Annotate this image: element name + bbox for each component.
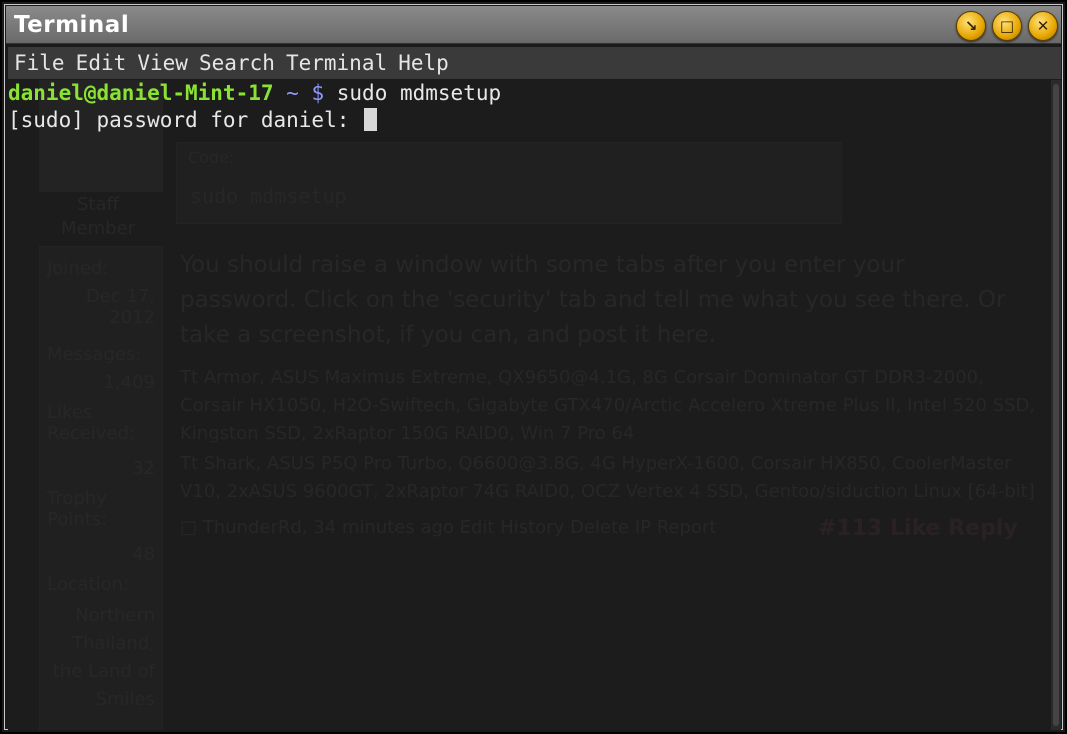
command-line: daniel@daniel-Mint-17 ~ $ sudo mdmsetup — [8, 80, 501, 107]
ghost-trophy: Trophy Points: — [47, 488, 108, 530]
ghost-member: Member — [61, 218, 136, 239]
maximize-button[interactable]: □ — [992, 11, 1022, 41]
ghost-sig-3: Kingston SSD, 2xRaptor 150G RAID0, Win 7… — [180, 423, 635, 444]
ghost-sig-1: Tt Armor, ASUS Maximus Extreme, QX9650@4… — [180, 367, 984, 388]
ghost-meta-text: ThunderRd, 34 minutes ago Edit History D… — [202, 517, 717, 538]
close-icon: ✕ — [1036, 17, 1050, 35]
prompt-path: ~ $ — [286, 81, 325, 105]
menu-terminal[interactable]: Terminal — [286, 47, 387, 79]
ghost-like: Like — [890, 516, 941, 541]
scrollbar-thumb[interactable] — [1053, 84, 1059, 726]
ghost-staff: Staff — [77, 194, 119, 215]
ghost-joined: Joined: — [47, 258, 109, 279]
ghost-location-value: Northern Thailand, the Land of Smiles — [52, 605, 155, 710]
terminal-output: daniel@daniel-Mint-17 ~ $ sudo mdmsetup[… — [8, 80, 501, 134]
title-bar[interactable]: Terminal ↘ □ ✕ — [6, 6, 1061, 44]
prompt-user: daniel@daniel-Mint-17 — [8, 81, 274, 105]
ghost-code-text: sudo mdmsetup — [190, 184, 347, 208]
ghost-para-3: take a screenshot, if you can, and post … — [180, 322, 716, 348]
menu-bar: File Edit View Search Terminal Help — [8, 47, 1061, 79]
terminal-scrollbar[interactable] — [1051, 80, 1061, 730]
ghost-likes: Likes Received: — [47, 402, 135, 444]
text-cursor[interactable] — [364, 108, 378, 131]
ghost-post-meta: □ ThunderRd, 34 minutes ago Edit History… — [180, 517, 717, 538]
ghost-para-2: password. Click on the 'security' tab an… — [180, 287, 1006, 313]
ghost-messages: Messages: — [47, 344, 142, 365]
ghost-sig-4: Tt Shark, ASUS P5Q Pro Turbo, Q6600@3.8G… — [180, 453, 1012, 474]
minimize-icon: ↘ — [964, 17, 978, 35]
close-button[interactable]: ✕ — [1028, 11, 1058, 41]
ghost-sig-2: Corsair HX1050, H2O-Swiftech, Gigabyte G… — [180, 395, 1036, 416]
ghost-sidebar: Staff Member Joined: Dec 17, 2012 Messag… — [39, 80, 163, 730]
menu-help[interactable]: Help — [398, 47, 449, 79]
terminal-area[interactable]: Staff Member Joined: Dec 17, 2012 Messag… — [8, 80, 1051, 730]
password-line: [sudo] password for daniel: — [8, 107, 501, 134]
command-text: sudo mdmsetup — [336, 81, 502, 105]
ghost-para-1: You should raise a window with some tabs… — [180, 252, 905, 278]
menu-edit[interactable]: Edit — [76, 47, 127, 79]
maximize-icon: □ — [999, 17, 1015, 35]
ghost-code-box — [176, 142, 842, 224]
menu-file[interactable]: File — [14, 47, 65, 79]
ghost-post-num: #113 — [818, 516, 883, 541]
ghost-messages-count: 1,409 — [103, 372, 155, 393]
ghost-likes-count: 32 — [132, 458, 155, 479]
ghost-sig-5: V10, 2xASUS 9600GT, 2xRaptor 74G RAID0, … — [180, 481, 1035, 502]
ghost-joined-date: Dec 17, 2012 — [85, 286, 155, 328]
ghost-post-actions: #113 Like Reply — [818, 516, 1018, 541]
ghost-trophy-count: 48 — [132, 544, 155, 565]
menu-search[interactable]: Search — [199, 47, 275, 79]
terminal-window: Terminal ↘ □ ✕ File Edit View Search Ter… — [0, 0, 1067, 734]
minimize-button[interactable]: ↘ — [956, 11, 986, 41]
ghost-code-label: Code: — [188, 148, 235, 167]
ghost-location: Location: — [47, 574, 130, 595]
menu-view[interactable]: View — [137, 47, 188, 79]
ghost-reply: Reply — [948, 516, 1018, 541]
password-prompt: [sudo] password for daniel: — [8, 108, 363, 132]
window-title: Terminal — [14, 12, 130, 38]
